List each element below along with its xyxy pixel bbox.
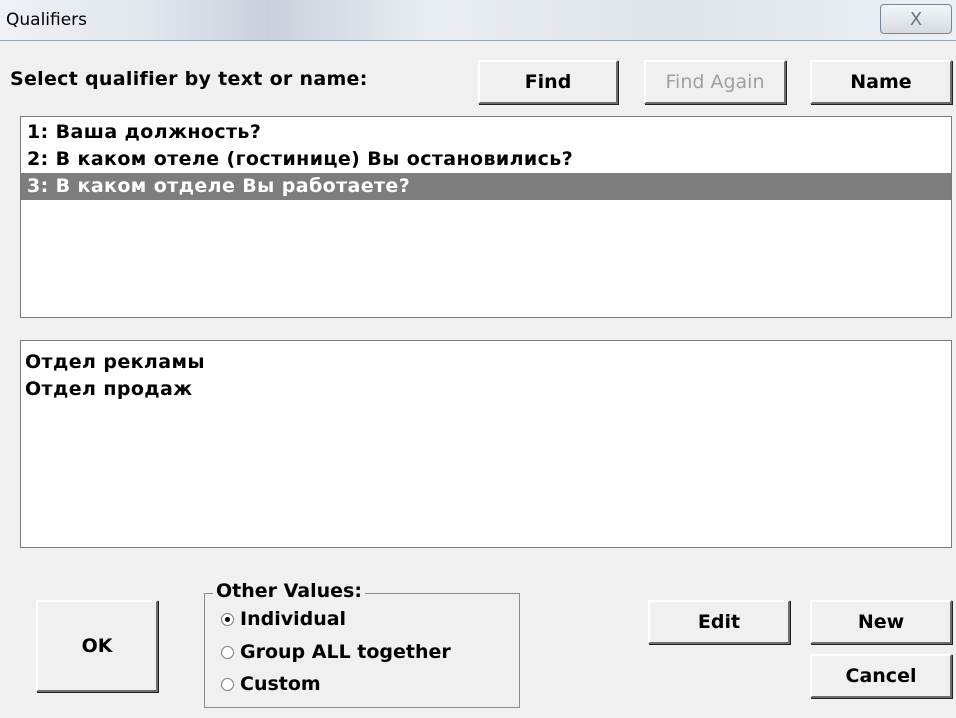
radio-icon bbox=[221, 645, 234, 659]
qualifier-list[interactable]: 1: Ваша должность? 2: В каком отеле (гос… bbox=[20, 116, 952, 318]
find-button[interactable]: Find bbox=[478, 60, 618, 104]
search-prompt: Select qualifier by text or name: bbox=[10, 68, 368, 90]
close-button[interactable]: X bbox=[880, 4, 952, 34]
value-item[interactable]: Отдел рекламы bbox=[21, 349, 951, 376]
edit-button[interactable]: Edit bbox=[648, 600, 790, 644]
other-values-legend: Other Values: bbox=[213, 580, 365, 602]
ok-button[interactable]: OK bbox=[36, 600, 158, 692]
radio-icon bbox=[221, 612, 234, 626]
qualifier-item[interactable]: 1: Ваша должность? bbox=[21, 119, 951, 146]
qualifier-item-selected[interactable]: 3: В каком отделе Вы работаете? bbox=[21, 173, 951, 200]
window-title: Qualifiers bbox=[6, 10, 88, 30]
radio-label: Custom bbox=[240, 673, 321, 695]
radio-custom[interactable]: Custom bbox=[221, 673, 321, 695]
close-icon: X bbox=[909, 8, 923, 30]
find-again-button[interactable]: Find Again bbox=[644, 60, 786, 104]
other-values-group: Other Values: Individual Group ALL toget… bbox=[204, 580, 520, 708]
values-list[interactable]: Отдел рекламы Отдел продаж bbox=[20, 340, 952, 548]
name-button[interactable]: Name bbox=[810, 60, 952, 104]
value-item[interactable]: Отдел продаж bbox=[21, 376, 951, 403]
radio-group-all[interactable]: Group ALL together bbox=[221, 641, 451, 663]
radio-label: Group ALL together bbox=[240, 641, 451, 663]
title-bar: Qualifiers X bbox=[0, 0, 956, 41]
qualifier-item[interactable]: 2: В каком отеле (гостинице) Вы останови… bbox=[21, 146, 951, 173]
radio-individual[interactable]: Individual bbox=[221, 608, 346, 630]
new-button[interactable]: New bbox=[810, 600, 952, 644]
radio-icon bbox=[221, 677, 234, 691]
radio-label: Individual bbox=[240, 608, 347, 630]
cancel-button[interactable]: Cancel bbox=[810, 654, 952, 698]
